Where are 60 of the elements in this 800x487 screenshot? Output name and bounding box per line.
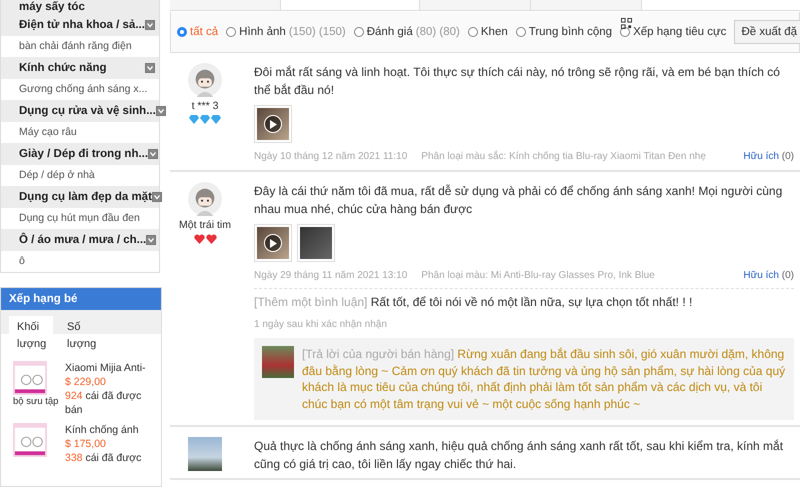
video-thumbnail[interactable]	[254, 105, 292, 143]
review-text: Đây là cái thứ năm tôi đã mua, rất dễ sử dụng và phải có để chống ánh sáng xanh! Mọi người cùng nhau mua nhé, chúc cửa hàng bán được	[254, 183, 784, 218]
filter-option[interactable]: Trung bình cộng	[516, 26, 612, 38]
avatar-photo-placeholder	[188, 437, 222, 471]
filter-option[interactable]: Khen	[468, 26, 508, 38]
radio-button[interactable]	[354, 27, 364, 37]
filter-option[interactable]: Đánh giá (80) (80)	[354, 26, 460, 38]
sort-dropdown[interactable]: Đề xuất đặ	[734, 20, 800, 44]
subcategory-link[interactable]: bàn chải đánh răng điện	[1, 36, 159, 57]
product-variant: Phân loại màu sắc: Kính chống tia Blu-ray Xiaomi Titan Đen nhẹ	[421, 151, 706, 162]
ranking-tab[interactable]: Số lượng	[59, 316, 103, 355]
radio-button[interactable]	[516, 27, 526, 37]
product-price: $ 175,00	[65, 437, 107, 451]
followup-time: 1 ngày sau khi xác nhận nhận	[254, 319, 388, 330]
collapse-icon[interactable]	[146, 235, 156, 245]
radio-button[interactable]	[226, 27, 236, 37]
collapse-icon[interactable]	[152, 192, 162, 202]
collapse-icon[interactable]	[145, 20, 155, 30]
sold-count: 924 cái đã được bán	[65, 389, 142, 417]
photo-thumbnail[interactable]	[297, 224, 335, 262]
review-date: Ngày 10 tháng 12 năm 2021 11:10	[254, 151, 408, 162]
avatar-icon	[188, 182, 222, 216]
radio-button[interactable]	[620, 27, 630, 37]
collapse-icon[interactable]	[148, 149, 158, 159]
filter-option[interactable]: Hình ảnh (150) (150)	[226, 26, 346, 38]
subcategory-link[interactable]: ô	[1, 251, 159, 272]
review-date: Ngày 29 tháng 11 năm 2021 13:10	[254, 270, 408, 281]
product-name[interactable]: Kính chống ánh	[65, 423, 159, 437]
ranking-title: Xếp hạng bé	[1, 288, 161, 310]
followup-comment: [Thêm một bình luận] Rất tốt, để tôi nói về nó một lần nữa, sự lựa chọn tốt nhất! ! !	[254, 295, 694, 309]
seller-avatar-placeholder	[262, 346, 294, 378]
sold-count: 338 cái đã được	[65, 451, 142, 465]
product-name[interactable]: Xiaomi Mijia Anti-	[65, 361, 159, 375]
category-heading[interactable]: máy sấy tóc	[1, 0, 159, 14]
subcategory-link[interactable]: Dụng cụ hút mụn đầu đen	[1, 208, 159, 229]
user-level-badge	[194, 234, 216, 244]
radio-button[interactable]	[177, 27, 187, 37]
seller-reply-text: [Trả lời của người bán hàng] Rừng xuân đang bắt đầu sinh sôi, gió xuân mười dặm, không đâu bằng lòng ~ Cảm ơn quý khách đã tin tưởng và ủng hộ sản phẩm, sự hài lòng của quý khách là mục tiêu của chúng tôi, nhất định phải làm tốt sản phẩm và các dịch vụ, và tôi chúc bạn có một tâm trạng vui vẻ ~ một cuộc sống hạnh phúc ~	[302, 346, 786, 412]
subcategory-link[interactable]: Máy cạo râu	[1, 122, 159, 143]
product-variant: Phân loại màu: Mi Anti-Blu-ray Glasses Pro, Ink Blue	[421, 270, 655, 281]
product-tag: bộ sưu tập	[13, 396, 63, 407]
filter-option[interactable]: Xếp hạng tiêu cực	[620, 26, 726, 38]
avatar-icon	[188, 63, 222, 97]
collapse-icon[interactable]	[156, 106, 166, 116]
product-thumbnail[interactable]	[13, 423, 47, 457]
product-price: $ 229,00	[65, 375, 107, 389]
user-name: t *** 3	[192, 100, 218, 112]
product-thumbnail[interactable]	[13, 361, 47, 395]
user-level-badge	[189, 115, 221, 124]
review-text: Đôi mắt rất sáng và linh hoạt. Tôi thực sự thích cái này, nó trông sẽ rộng rãi, và em bé bạn thích có thể bắt đầu nó!	[254, 64, 781, 99]
video-thumbnail[interactable]	[254, 224, 292, 262]
helpful-link[interactable]: Hữu ích (0)	[743, 151, 794, 162]
user-name: Một trái tim	[179, 219, 231, 231]
subcategory-link[interactable]: Dép / dép ở nhà	[1, 165, 159, 186]
subcategory-link[interactable]: Gương chống ánh sáng x...	[1, 79, 159, 100]
radio-button[interactable]	[468, 27, 478, 37]
qr-code-icon[interactable]	[621, 18, 632, 29]
review-text: Quả thực là chống ánh sáng xanh, hiệu quả chống ánh sáng xanh rất tốt, sau khi kiểm tra, kính mắt cũng có giá trị cao, tôi liền lấy ngay chiếc thứ hai.	[254, 438, 784, 473]
helpful-link[interactable]: Hữu ích (0)	[743, 270, 794, 281]
collapse-icon[interactable]	[145, 63, 155, 73]
